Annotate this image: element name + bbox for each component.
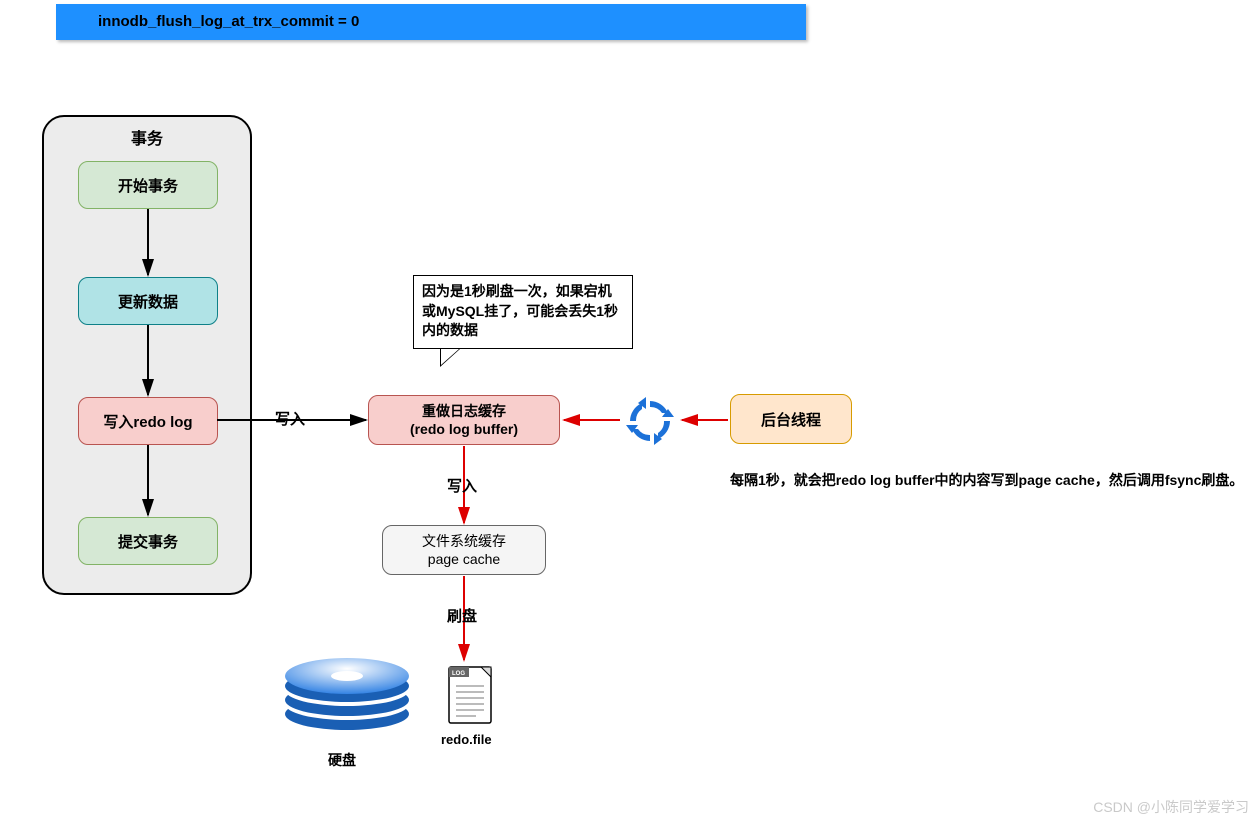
label-flush-disk: 刷盘 <box>447 605 477 626</box>
watermark: CSDN @小陈同学爱学习 <box>1093 797 1249 817</box>
label-write-to-pagecache: 写入 <box>447 475 477 496</box>
diagram-connectors <box>0 0 1259 823</box>
label-write-to-buffer: 写入 <box>275 408 305 429</box>
